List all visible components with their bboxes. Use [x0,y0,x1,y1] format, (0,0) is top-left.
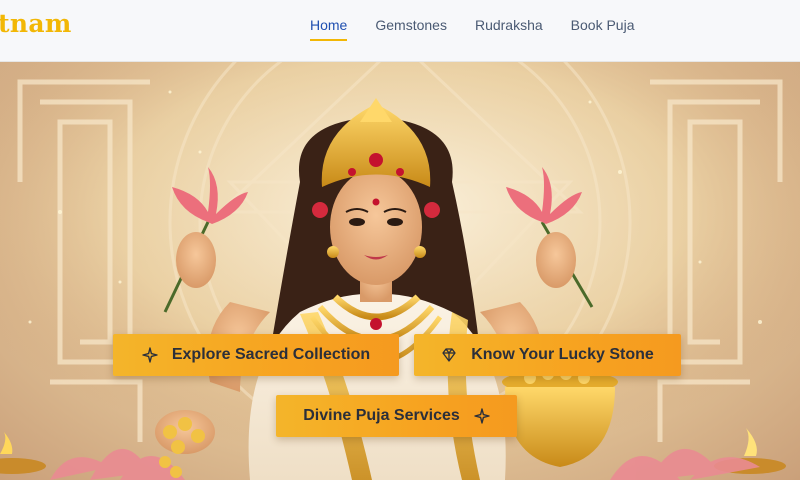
explore-collection-label: Explore Sacred Collection [171,346,371,363]
main-nav: Home Gemstones Rudraksha Book Puja [310,17,662,43]
site-logo[interactable]: tnam [0,9,72,38]
nav-gemstones[interactable]: Gemstones [375,17,447,43]
nav-book-puja[interactable]: Book Puja [571,17,635,43]
lucky-stone-label: Know Your Lucky Stone [471,346,654,363]
diamond-icon [442,348,456,362]
sparkle-icon [474,408,490,424]
lucky-stone-button[interactable]: Know Your Lucky Stone [414,334,681,376]
nav-home[interactable]: Home [310,17,348,43]
face [330,169,422,285]
puja-services-button[interactable]: Divine Puja Services [276,395,517,437]
sparkle-icon [142,347,158,363]
puja-services-label: Divine Puja Services [303,407,460,424]
explore-collection-button[interactable]: Explore Sacred Collection [113,334,399,376]
site-header: tnam Home Gemstones Rudraksha Book Puja [0,0,800,62]
nav-rudraksha[interactable]: Rudraksha [475,17,543,43]
